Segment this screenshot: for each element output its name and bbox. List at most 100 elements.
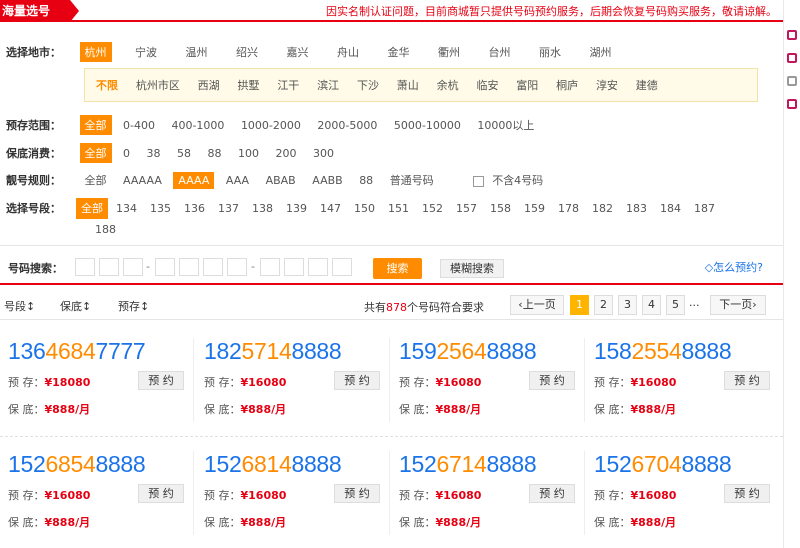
reserve-button[interactable]: 预 约 xyxy=(724,371,770,390)
sort-by-deposit[interactable]: 预存↕ xyxy=(118,298,149,314)
pattern-option[interactable]: 普通号码 xyxy=(385,170,439,190)
deposit-option[interactable]: 全部 xyxy=(79,115,112,135)
number-card[interactable]: 15925648888 预 存：¥16080 保 底：¥888/月 预 约 xyxy=(391,328,577,432)
min-spend-option[interactable]: 100 xyxy=(233,145,264,162)
next-page-button[interactable]: 下一页› xyxy=(710,295,766,315)
number-card[interactable]: 15267148888 预 存：¥16080 保 底：¥888/月 预 约 xyxy=(391,441,577,545)
city-option[interactable]: 湖州 xyxy=(585,42,617,62)
city-option[interactable]: 温州 xyxy=(181,42,213,62)
pattern-option[interactable]: ABAB xyxy=(261,172,301,189)
deposit-option[interactable]: 10000以上 xyxy=(472,115,539,135)
prefix-option[interactable]: 187 xyxy=(689,198,720,219)
search-button[interactable]: 搜索 xyxy=(373,258,422,279)
sort-by-prefix[interactable]: 号段↕ xyxy=(4,298,35,314)
pattern-option[interactable]: 88 xyxy=(354,172,378,189)
digit-input[interactable] xyxy=(260,258,280,276)
district-option[interactable]: 江干 xyxy=(272,75,304,95)
district-option[interactable]: 下沙 xyxy=(352,75,384,95)
exclude-four-checkbox[interactable] xyxy=(473,175,485,187)
city-option[interactable]: 金华 xyxy=(383,42,415,62)
min-spend-option[interactable]: 88 xyxy=(203,145,227,162)
page-button[interactable]: 2 xyxy=(594,295,613,315)
page-button[interactable]: 3 xyxy=(618,295,637,315)
digit-input[interactable] xyxy=(155,258,175,276)
district-option[interactable]: 富阳 xyxy=(511,75,543,95)
city-option[interactable]: 绍兴 xyxy=(231,42,263,62)
sort-by-min-spend[interactable]: 保底↕ xyxy=(60,298,91,314)
number-card[interactable]: 18257148888 预 存：¥16080 保 底：¥888/月 预 约 xyxy=(196,328,382,432)
prefix-option[interactable]: 147 xyxy=(315,198,346,219)
city-option[interactable]: 宁波 xyxy=(130,42,162,62)
checkbox-icon[interactable] xyxy=(787,53,797,63)
digit-input[interactable] xyxy=(75,258,95,276)
deposit-option[interactable]: 0-400 xyxy=(118,117,160,134)
deposit-option[interactable]: 1000-2000 xyxy=(236,117,306,134)
pattern-option[interactable]: 全部 xyxy=(80,170,112,190)
number-card[interactable]: 13646847777 预 存：¥18080 保 底：¥888/月 预 约 xyxy=(0,328,186,432)
prefix-option[interactable]: 188 xyxy=(90,219,121,240)
prefix-option[interactable]: 139 xyxy=(281,198,312,219)
howto-link[interactable]: ◇怎么预约? xyxy=(705,259,763,275)
district-option[interactable]: 余杭 xyxy=(432,75,464,95)
number-card[interactable]: 15825548888 预 存：¥16080 保 底：¥888/月 预 约 xyxy=(586,328,772,432)
district-option[interactable]: 桐庐 xyxy=(551,75,583,95)
city-option[interactable]: 嘉兴 xyxy=(282,42,314,62)
number-card[interactable]: 15268548888 预 存：¥16080 保 底：¥888/月 预 约 xyxy=(0,441,186,545)
reserve-button[interactable]: 预 约 xyxy=(724,484,770,503)
digit-input[interactable] xyxy=(308,258,328,276)
page-button[interactable]: 1 xyxy=(570,295,589,315)
pattern-option[interactable]: AAAAA xyxy=(118,172,167,189)
district-option[interactable]: 建德 xyxy=(631,75,663,95)
deposit-option[interactable]: 2000-5000 xyxy=(312,117,382,134)
digit-input[interactable] xyxy=(123,258,143,276)
reserve-button[interactable]: 预 约 xyxy=(529,484,575,503)
checkbox-icon[interactable] xyxy=(787,76,797,86)
prefix-option[interactable]: 135 xyxy=(145,198,176,219)
city-option[interactable]: 台州 xyxy=(484,42,516,62)
district-option[interactable]: 淳安 xyxy=(591,75,623,95)
reserve-button[interactable]: 预 约 xyxy=(334,371,380,390)
min-spend-option[interactable]: 58 xyxy=(172,145,196,162)
district-option[interactable]: 杭州市区 xyxy=(131,75,185,95)
district-option[interactable]: 临安 xyxy=(471,75,503,95)
checkbox-icon[interactable] xyxy=(787,30,797,40)
prefix-option[interactable]: 152 xyxy=(417,198,448,219)
prefix-option[interactable]: 183 xyxy=(621,198,652,219)
city-option[interactable]: 杭州 xyxy=(79,42,112,62)
digit-input[interactable] xyxy=(284,258,304,276)
district-option[interactable]: 萧山 xyxy=(392,75,424,95)
prefix-option[interactable]: 157 xyxy=(451,198,482,219)
digit-input[interactable] xyxy=(227,258,247,276)
pattern-option[interactable]: AAAA xyxy=(173,172,215,189)
min-spend-option[interactable]: 200 xyxy=(271,145,302,162)
number-card[interactable]: 15268148888 预 存：¥16080 保 底：¥888/月 预 约 xyxy=(196,441,382,545)
city-option[interactable]: 衢州 xyxy=(433,42,465,62)
page-button[interactable]: 4 xyxy=(642,295,661,315)
reserve-button[interactable]: 预 约 xyxy=(334,484,380,503)
deposit-option[interactable]: 5000-10000 xyxy=(389,117,466,134)
prefix-option[interactable]: 150 xyxy=(349,198,380,219)
digit-input[interactable] xyxy=(332,258,352,276)
min-spend-option[interactable]: 0 xyxy=(118,145,135,162)
prefix-option[interactable]: 184 xyxy=(655,198,686,219)
prefix-option[interactable]: 134 xyxy=(111,198,142,219)
number-card[interactable]: 15267048888 预 存：¥16080 保 底：¥888/月 预 约 xyxy=(586,441,772,545)
pattern-option[interactable]: AAA xyxy=(221,172,254,189)
prefix-option[interactable]: 全部 xyxy=(76,198,108,219)
fuzzy-search-button[interactable]: 模糊搜索 xyxy=(440,259,504,278)
pattern-option[interactable]: AABB xyxy=(307,172,347,189)
reserve-button[interactable]: 预 约 xyxy=(529,371,575,390)
prefix-option[interactable]: 151 xyxy=(383,198,414,219)
district-option[interactable]: 滨江 xyxy=(312,75,344,95)
city-option[interactable]: 丽水 xyxy=(534,42,566,62)
reserve-button[interactable]: 预 约 xyxy=(138,371,184,390)
district-option[interactable]: 不限 xyxy=(91,75,123,95)
digit-input[interactable] xyxy=(179,258,199,276)
prefix-option[interactable]: 159 xyxy=(519,198,550,219)
digit-input[interactable] xyxy=(203,258,223,276)
digit-input[interactable] xyxy=(99,258,119,276)
prefix-option[interactable]: 137 xyxy=(213,198,244,219)
prefix-option[interactable]: 158 xyxy=(485,198,516,219)
district-option[interactable]: 拱墅 xyxy=(232,75,264,95)
prefix-option[interactable]: 136 xyxy=(179,198,210,219)
